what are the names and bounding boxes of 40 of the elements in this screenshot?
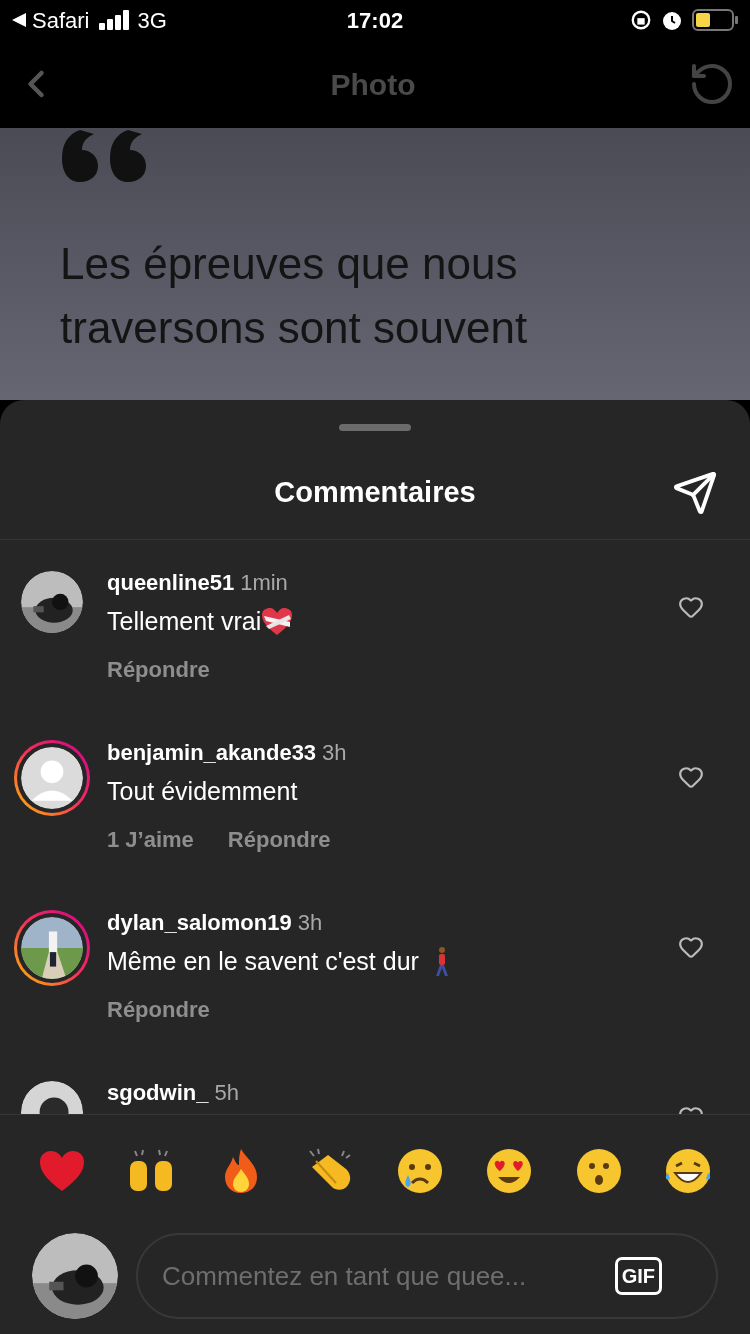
comment-action-link[interactable]: Répondre — [107, 653, 210, 686]
laughing-emoji-icon[interactable] — [663, 1147, 712, 1195]
crying-emoji-icon[interactable] — [395, 1147, 444, 1195]
comment-action-link[interactable]: Répondre — [107, 993, 210, 1026]
like-heart-icon[interactable] — [678, 594, 704, 620]
comment-input-field[interactable]: Commentez en tant que quee... GIF — [136, 1233, 718, 1319]
comment-time: 3h — [297, 910, 323, 936]
like-heart-icon[interactable] — [678, 934, 704, 960]
back-arrow-icon[interactable] — [12, 13, 26, 27]
comment-username[interactable]: benjamin_akande33 — [107, 740, 317, 766]
gif-button[interactable]: GIF — [614, 1257, 662, 1295]
mending-heart-icon — [261, 607, 294, 637]
comment-time: 1min — [240, 570, 288, 596]
comment-username[interactable]: queenline51 — [107, 570, 235, 596]
network-label: 3G — [137, 6, 167, 35]
comment-text: Tout évidemment — [107, 776, 298, 808]
comment-time: 5h — [214, 1080, 239, 1106]
surprised-emoji-icon[interactable] — [574, 1147, 623, 1195]
heart-eyes-emoji-icon[interactable] — [485, 1147, 534, 1195]
comment-text: Tellement vrai — [107, 606, 262, 638]
back-app-label[interactable]: Safari — [32, 3, 90, 37]
drag-handle[interactable] — [339, 424, 411, 431]
quote-text-line: Les épreuves que nous — [60, 238, 519, 290]
battery-icon — [692, 9, 738, 31]
comment-text: Même en le savent c'est dur — [107, 946, 419, 978]
comment-action-link[interactable]: Répondre — [227, 823, 331, 856]
comment-username[interactable]: dylan_salomon19 — [107, 910, 292, 936]
quote-text-line: traversons sont souvent — [60, 302, 529, 354]
default-avatar-icon — [21, 747, 83, 809]
comment-username[interactable]: sgodwin_ — [107, 1080, 209, 1106]
rotation-lock-icon — [630, 9, 652, 31]
sheet-title: Commentaires — [274, 475, 476, 510]
comment-time: 3h — [322, 740, 347, 766]
like-heart-icon[interactable] — [678, 764, 704, 790]
status-time: 17:02 — [346, 6, 404, 35]
signal-icon — [99, 10, 132, 30]
nav-title: Photo — [330, 66, 416, 103]
quote-mark-icon — [60, 130, 148, 182]
comment-action-link[interactable]: 1 J’aime — [107, 823, 194, 856]
send-icon[interactable] — [672, 469, 718, 516]
